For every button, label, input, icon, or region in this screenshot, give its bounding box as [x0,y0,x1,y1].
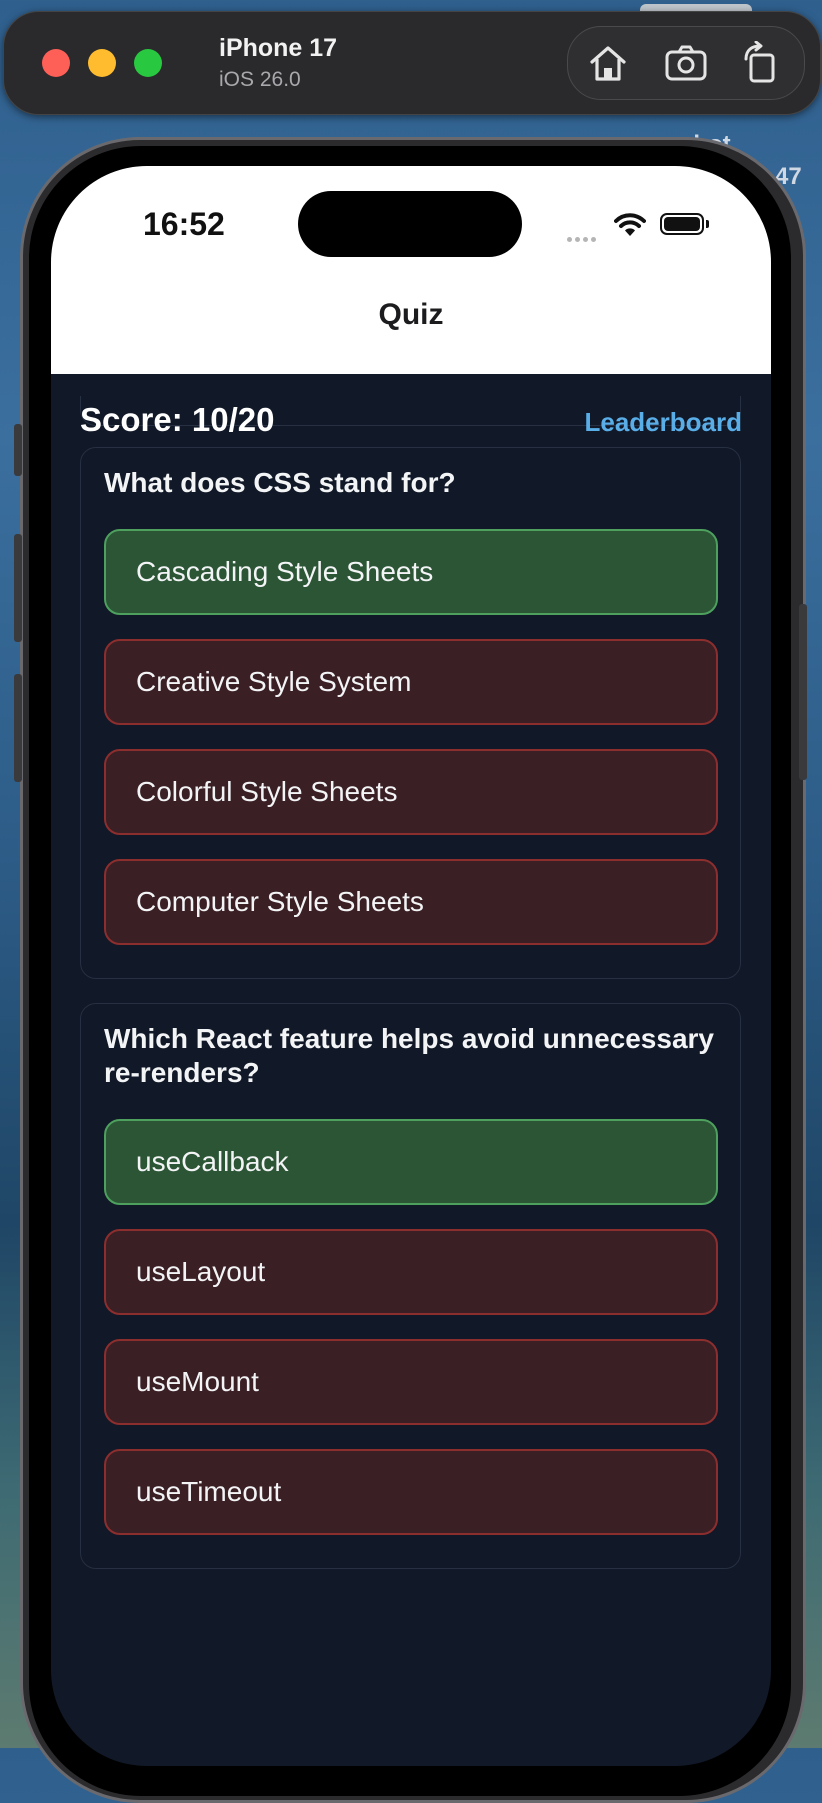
question-card: Which React feature helps avoid unnecess… [80,1003,741,1569]
screenshot-button[interactable] [664,41,708,85]
home-button[interactable] [586,41,630,85]
question-text: Which React feature helps avoid unnecess… [104,1023,714,1088]
status-time: 16:52 [143,206,225,242]
leaderboard-link[interactable]: Leaderboard [585,407,743,438]
answer-option[interactable]: Creative Style System [104,639,718,725]
battery-icon [660,213,704,235]
volume-down-button [14,674,22,782]
answer-option[interactable]: Colorful Style Sheets [104,749,718,835]
wifi-icon [614,213,646,236]
power-button [799,604,807,780]
question-card: What does CSS stand for? Cascading Style… [80,447,741,979]
page-title: Quiz [378,298,444,331]
dynamic-island [298,191,522,257]
simulator-titlebar: iPhone 17 iOS 26.0 [3,11,821,115]
phone-screen: 16:52 Quiz Score: 10/20 Leaderboard What… [51,166,771,1766]
home-icon [590,46,626,81]
battery-tip [706,220,709,228]
answer-option[interactable]: useTimeout [104,1449,718,1535]
score-label: Score: 10/20 [80,401,275,438]
answer-option[interactable]: useLayout [104,1229,718,1315]
rotate-icon [744,40,775,83]
minimize-window-button[interactable] [88,49,116,77]
screenshot-icon [665,45,707,81]
answer-option[interactable]: useMount [104,1339,718,1425]
action-button [14,424,22,476]
cellular-signal-icon [567,229,603,242]
zoom-window-button[interactable] [134,49,162,77]
rotate-button[interactable] [738,40,782,85]
simulator-toolbar [567,26,805,100]
device-name: iPhone 17 [219,34,338,62]
question-text: What does CSS stand for? [104,467,456,498]
navigation-bar: 16:52 Quiz [51,166,771,374]
answer-option[interactable]: useCallback [104,1119,718,1205]
volume-up-button [14,534,22,642]
answer-option[interactable]: Computer Style Sheets [104,859,718,945]
answer-option[interactable]: Cascading Style Sheets [104,529,718,615]
os-version: iOS 26.0 [219,68,301,91]
close-window-button[interactable] [42,49,70,77]
